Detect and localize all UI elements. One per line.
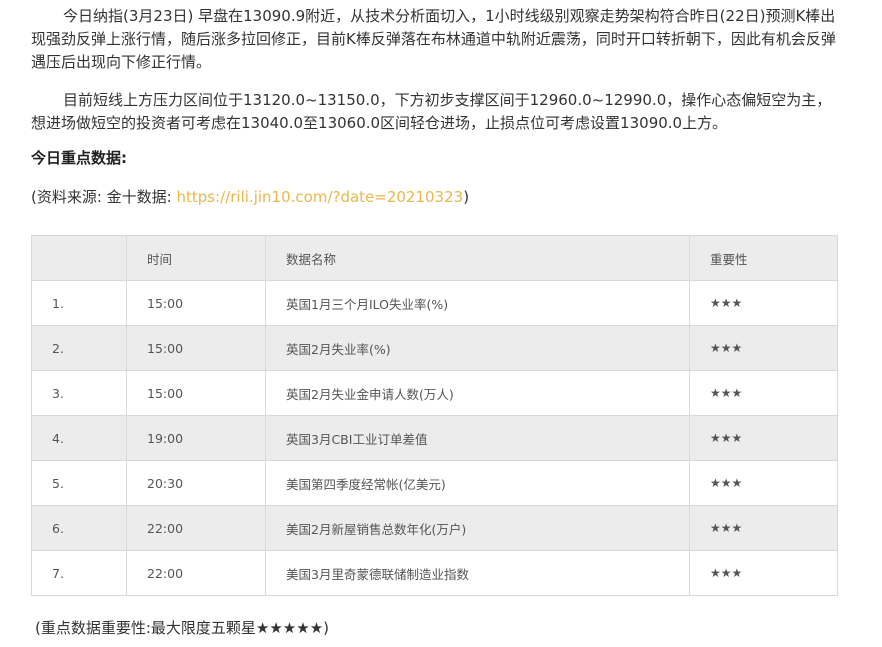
data-source-line: (资料来源: 金十数据: https://rili.jin10.com/?dat… bbox=[31, 186, 837, 209]
analysis-paragraph-1: 今日纳指(3月23日) 早盘在13090.9附近，从技术分析面切入，1小时线级别… bbox=[31, 7, 836, 71]
source-link[interactable]: https://rili.jin10.com/?date=20210323 bbox=[177, 188, 464, 206]
row-data-name: 英国2月失业率(%) bbox=[265, 325, 690, 371]
table-row: 2. 15:00 英国2月失业率(%) ★★★ bbox=[31, 325, 838, 371]
row-time: 20:30 bbox=[126, 460, 266, 506]
importance-footnote: (重点数据重要性:最大限度五颗星★★★★★) bbox=[35, 619, 329, 637]
row-index: 1. bbox=[31, 280, 127, 326]
table-row: 3. 15:00 英国2月失业金申请人数(万人) ★★★ bbox=[31, 370, 838, 416]
section-title: 今日重点数据: bbox=[31, 149, 127, 167]
row-data-name: 美国2月新屋销售总数年化(万户) bbox=[265, 505, 690, 551]
row-data-name: 美国第四季度经常帐(亿美元) bbox=[265, 460, 690, 506]
header-time: 时间 bbox=[126, 235, 266, 281]
row-index: 4. bbox=[31, 415, 127, 461]
row-time: 15:00 bbox=[126, 370, 266, 416]
article-body: 今日纳指(3月23日) 早盘在13090.9附近，从技术分析面切入，1小时线级别… bbox=[31, 0, 837, 209]
row-importance-stars: ★★★ bbox=[689, 460, 838, 506]
row-data-name: 美国3月里奇蒙德联储制造业指数 bbox=[265, 550, 690, 596]
header-importance: 重要性 bbox=[689, 235, 838, 281]
table-row: 6. 22:00 美国2月新屋销售总数年化(万户) ★★★ bbox=[31, 505, 838, 551]
row-time: 19:00 bbox=[126, 415, 266, 461]
row-data-name: 英国2月失业金申请人数(万人) bbox=[265, 370, 690, 416]
row-data-name: 英国1月三个月ILO失业率(%) bbox=[265, 280, 690, 326]
row-importance-stars: ★★★ bbox=[689, 280, 838, 326]
header-data-name: 数据名称 bbox=[265, 235, 690, 281]
row-index: 6. bbox=[31, 505, 127, 551]
key-data-table: 时间 数据名称 重要性 1. 15:00 英国1月三个月ILO失业率(%) ★★… bbox=[31, 235, 838, 596]
source-prefix: (资料来源: 金十数据: bbox=[31, 188, 177, 206]
row-importance-stars: ★★★ bbox=[689, 550, 838, 596]
row-importance-stars: ★★★ bbox=[689, 505, 838, 551]
row-importance-stars: ★★★ bbox=[689, 370, 838, 416]
analysis-paragraph-2: 目前短线上方压力区间位于13120.0~13150.0，下方初步支撑区间于129… bbox=[31, 91, 832, 132]
row-importance-stars: ★★★ bbox=[689, 325, 838, 371]
row-index: 7. bbox=[31, 550, 127, 596]
source-suffix: ) bbox=[463, 188, 470, 206]
table-row: 7. 22:00 美国3月里奇蒙德联储制造业指数 ★★★ bbox=[31, 550, 838, 596]
header-index bbox=[31, 235, 127, 281]
row-data-name: 英国3月CBI工业订单差值 bbox=[265, 415, 690, 461]
row-index: 5. bbox=[31, 460, 127, 506]
table-row: 1. 15:00 英国1月三个月ILO失业率(%) ★★★ bbox=[31, 280, 838, 326]
row-time: 15:00 bbox=[126, 325, 266, 371]
row-time: 15:00 bbox=[126, 280, 266, 326]
table-row: 5. 20:30 美国第四季度经常帐(亿美元) ★★★ bbox=[31, 460, 838, 506]
table-header-row: 时间 数据名称 重要性 bbox=[31, 235, 838, 281]
row-index: 2. bbox=[31, 325, 127, 371]
row-time: 22:00 bbox=[126, 550, 266, 596]
table-row: 4. 19:00 英国3月CBI工业订单差值 ★★★ bbox=[31, 415, 838, 461]
row-index: 3. bbox=[31, 370, 127, 416]
row-importance-stars: ★★★ bbox=[689, 415, 838, 461]
row-time: 22:00 bbox=[126, 505, 266, 551]
